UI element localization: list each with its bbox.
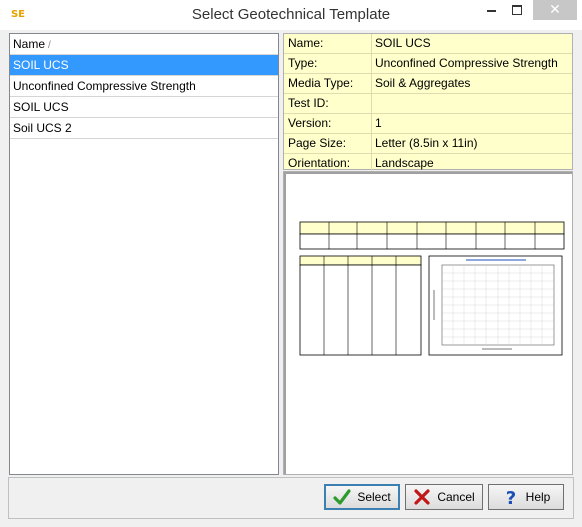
preview-header-band — [299, 221, 565, 235]
property-value — [371, 94, 572, 113]
property-key: Media Type: — [288, 76, 354, 90]
preview-table-header — [299, 255, 422, 266]
minimize-icon — [486, 10, 496, 12]
list-column-header[interactable]: Name / — [10, 34, 278, 55]
close-button[interactable]: ✕ — [533, 0, 577, 20]
help-button[interactable]: ? Help — [488, 484, 564, 510]
close-icon: ✕ — [549, 2, 561, 18]
property-row-page-size: Page Size: Letter (8.5in x 11in) — [284, 134, 572, 154]
property-key: Version: — [288, 116, 332, 130]
template-properties-grid: Name: SOIL UCS Type: Unconfined Compressiv… — [283, 33, 573, 173]
cancel-button-label: Cancel — [437, 490, 475, 504]
property-row-media-type: Media Type: Soil & Aggregates — [284, 74, 572, 94]
property-value: 1 — [371, 114, 572, 133]
checkmark-icon — [333, 489, 351, 505]
maximize-button[interactable] — [504, 0, 530, 20]
svg-text:?: ? — [505, 488, 515, 506]
list-item[interactable]: SOIL UCS — [10, 97, 278, 118]
list-item[interactable]: Unconfined Compressive Strength — [10, 76, 278, 97]
preview-table-body — [299, 264, 422, 356]
property-row-version: Version: 1 — [284, 114, 572, 134]
select-button-label: Select — [357, 490, 391, 504]
select-button[interactable]: Select — [324, 484, 400, 510]
preview-header-row — [299, 233, 565, 250]
sort-indicator-icon: / — [48, 40, 51, 51]
property-row-test-id: Test ID: — [284, 94, 572, 114]
list-item[interactable]: SOIL UCS — [10, 55, 278, 76]
question-icon: ? — [505, 488, 515, 506]
cancel-button[interactable]: Cancel — [405, 484, 483, 510]
help-button-label: Help — [525, 490, 551, 504]
minimize-button[interactable] — [478, 0, 504, 20]
x-mark-icon — [414, 489, 430, 505]
property-key: Page Size: — [288, 136, 347, 150]
property-value: Unconfined Compressive Strength — [371, 54, 572, 73]
property-row-type: Type: Unconfined Compressive Strength — [284, 54, 572, 74]
list-item[interactable]: Soil UCS 2 — [10, 118, 278, 139]
property-key: Name: — [288, 36, 324, 50]
template-preview — [283, 171, 573, 475]
property-value: Soil & Aggregates — [371, 74, 572, 93]
title-bar: SE Select Geotechnical Template ✕ — [0, 0, 582, 30]
property-key: Test ID: — [288, 96, 329, 110]
maximize-icon — [512, 5, 522, 15]
property-row-name: Name: SOIL UCS — [284, 34, 572, 54]
column-header-label: Name — [13, 37, 46, 51]
template-list[interactable]: Name / SOIL UCS Unconfined Compressive St… — [9, 33, 279, 475]
template-preview-thumbnail — [299, 221, 565, 356]
property-value: Letter (8.5in x 11in) — [371, 134, 572, 153]
property-value: SOIL UCS — [371, 34, 572, 53]
property-key: Type: — [288, 56, 318, 70]
